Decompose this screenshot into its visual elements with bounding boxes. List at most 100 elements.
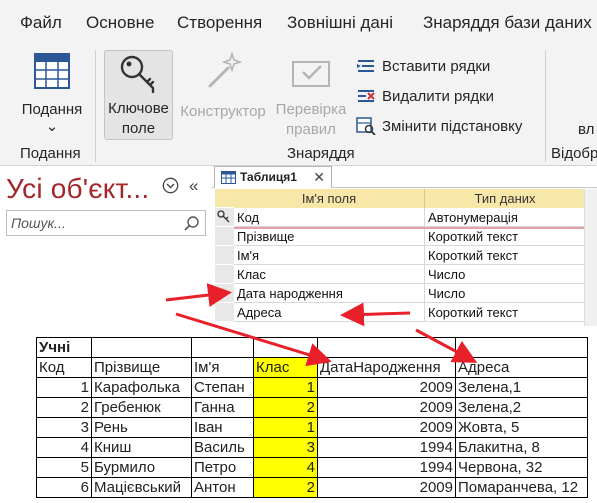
- field-name-cell[interactable]: Код: [234, 208, 425, 227]
- search-input[interactable]: [11, 214, 181, 232]
- cell-code: 2: [36, 397, 92, 418]
- grid-corner[interactable]: [215, 189, 234, 208]
- students-table: Учні Код Прізвище Ім'я Клас ДатаНароджен…: [36, 337, 588, 498]
- datasheet-view-icon: [34, 53, 70, 89]
- row-selector[interactable]: [215, 284, 234, 303]
- document-tab-table1[interactable]: Таблиця1 ✕: [214, 166, 332, 189]
- builder-button[interactable]: Конструктор: [177, 50, 269, 122]
- row-selector[interactable]: [215, 303, 234, 322]
- tab-database-tools[interactable]: Знаряддя бази даних: [423, 13, 592, 33]
- cell-address: Блакитна, 8: [455, 437, 588, 458]
- primary-key-button[interactable]: Ключове поле: [104, 50, 173, 140]
- group-label-tools: Знаряддя: [287, 145, 355, 162]
- table-row: 6 Мацієвський Антон 2 2009 Помаранчева, …: [36, 477, 588, 498]
- field-name-cell[interactable]: Клас: [234, 265, 425, 284]
- row-selector[interactable]: [215, 246, 234, 265]
- row-selector[interactable]: [215, 265, 234, 284]
- insert-rows-button[interactable]: Вставити рядки: [356, 54, 490, 78]
- table-row: 5 Бурмило Петро 4 1994 Червона, 32: [36, 457, 588, 478]
- nav-search-box: [6, 210, 206, 236]
- table-design-grid: Ім'я поля Тип даних Код Автонумерація Пр…: [212, 189, 597, 326]
- insert-rows-label: Вставити рядки: [382, 57, 491, 75]
- header-class: Клас: [253, 357, 318, 378]
- grid-scrollbar[interactable]: [584, 189, 597, 326]
- test-validation-label-2: правил: [286, 121, 336, 138]
- nav-menu-dropdown-icon[interactable]: [162, 177, 179, 194]
- cell-class: 1: [253, 377, 318, 398]
- header-name: Ім'я: [191, 357, 254, 378]
- primary-key-label-2: поле: [121, 120, 156, 137]
- data-type-cell[interactable]: Автонумерація: [425, 208, 586, 227]
- cell-address: Жовта, 5: [455, 417, 588, 438]
- header-surname: Прізвище: [91, 357, 192, 378]
- header-address: Адреса: [455, 357, 588, 378]
- data-type-cell[interactable]: Короткий текст: [425, 227, 586, 246]
- table-caption-row: Учні: [36, 337, 588, 358]
- view-button[interactable]: Подання ⌄: [14, 50, 90, 134]
- tab-file[interactable]: Файл: [20, 13, 62, 33]
- delete-rows-button[interactable]: Видалити рядки: [356, 84, 494, 108]
- test-validation-button[interactable]: Перевірка правил: [271, 50, 351, 140]
- delete-rows-label: Видалити рядки: [382, 87, 495, 105]
- delete-rows-icon: [358, 90, 375, 102]
- test-validation-label-1: Перевірка: [275, 101, 347, 118]
- tab-external-data[interactable]: Зовнішні дані: [287, 13, 393, 33]
- insert-rows-icon: [357, 60, 374, 72]
- data-type-cell[interactable]: Короткий текст: [425, 303, 586, 322]
- view-button-label: Подання: [21, 101, 83, 118]
- table-header-row: Код Прізвище Ім'я Клас ДатаНародження Ад…: [36, 357, 588, 378]
- field-name-cell[interactable]: Адреса: [234, 303, 425, 322]
- cell-address: Червона, 32: [455, 457, 588, 478]
- tab-home[interactable]: Основне: [86, 13, 154, 33]
- primary-key-indicator-icon: [217, 210, 230, 223]
- header-birthdate: ДатаНародження: [317, 357, 456, 378]
- cell-name: Антон: [191, 477, 254, 498]
- column-header-data-type: Тип даних: [425, 189, 586, 208]
- group-divider: [545, 50, 546, 162]
- cell-birthdate: 2009: [317, 397, 456, 418]
- cell-class: 2: [253, 397, 318, 418]
- property-sheet-button[interactable]: вл: [578, 120, 597, 140]
- data-type-cell[interactable]: Число: [425, 284, 586, 303]
- cell-class: 2: [253, 477, 318, 498]
- cell-name: Степан: [191, 377, 254, 398]
- cell-address: Помаранчева, 12: [455, 477, 588, 498]
- cell-class: 1: [253, 417, 318, 438]
- data-type-cell[interactable]: Число: [425, 265, 586, 284]
- cell-birthdate: 2009: [317, 417, 456, 438]
- property-sheet-label: вл: [578, 121, 595, 138]
- collapse-pane-icon[interactable]: «: [189, 176, 198, 196]
- tab-create[interactable]: Створення: [177, 13, 262, 33]
- cell-code: 3: [36, 417, 92, 438]
- table-row: 1 Карафолька Степан 1 2009 Зелена,1: [36, 377, 588, 398]
- field-name-cell[interactable]: Дата народження: [234, 284, 425, 303]
- cell-surname: Гребенюк: [91, 397, 192, 418]
- nav-pane-title[interactable]: Усі об'єкт...: [6, 173, 149, 205]
- modify-lookups-label: Змінити підстановку: [382, 117, 523, 135]
- lookup-icon: [356, 117, 376, 135]
- modify-lookups-button[interactable]: Змінити підстановку: [356, 114, 522, 138]
- field-name-cell[interactable]: Ім'я: [234, 246, 425, 265]
- header-code: Код: [36, 357, 92, 378]
- row-selector[interactable]: [215, 227, 234, 246]
- row-selector-key[interactable]: [215, 208, 234, 227]
- cell-birthdate: 1994: [317, 457, 456, 478]
- magic-wand-icon: [208, 51, 243, 88]
- data-type-cell[interactable]: Короткий текст: [425, 246, 586, 265]
- current-row-indicator: [234, 227, 597, 229]
- group-label-view: Подання: [20, 145, 81, 162]
- builder-label: Конструктор: [180, 103, 266, 120]
- cell-address: Зелена,2: [455, 397, 588, 418]
- cell-surname: Мацієвський: [91, 477, 192, 498]
- ribbon: Подання ⌄ Подання Ключове поле Конструкт…: [0, 44, 597, 166]
- cell-surname: Рень: [91, 417, 192, 438]
- cell-surname: Книш: [91, 437, 192, 458]
- document-tab-label: Таблиця1: [240, 170, 297, 184]
- close-icon[interactable]: ✕: [313, 169, 325, 186]
- cell-name: Ганна: [191, 397, 254, 418]
- search-icon[interactable]: [183, 215, 201, 233]
- chevron-down-icon: ⌄: [45, 118, 59, 135]
- table-row: 4 Книш Василь 3 1994 Блакитна, 8: [36, 437, 588, 458]
- cell-class: 3: [253, 437, 318, 458]
- field-name-cell[interactable]: Прізвище: [234, 227, 425, 246]
